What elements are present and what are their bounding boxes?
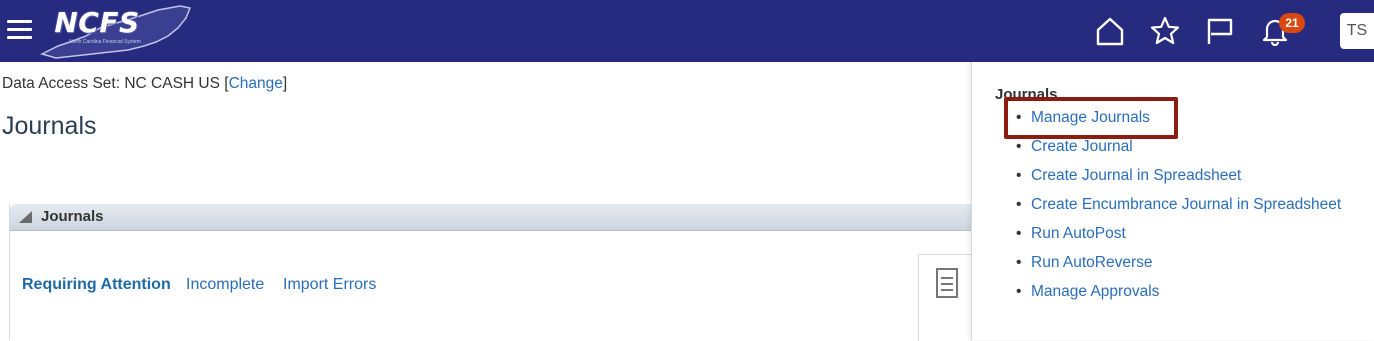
logo-subtext: North Carolina Financial System (69, 39, 141, 45)
page-title: Journals (2, 112, 97, 140)
task-create-journal[interactable]: Create Journal (1016, 138, 1133, 156)
journals-panel: Journals Requiring Attention Incomplete … (9, 204, 973, 340)
task-run-autoreverse[interactable]: Run AutoReverse (1016, 254, 1152, 272)
favorites-star-icon[interactable] (1150, 16, 1180, 46)
user-avatar[interactable]: TS (1340, 13, 1374, 49)
tab-incomplete[interactable]: Incomplete (186, 276, 264, 294)
panel-title: Journals (41, 208, 104, 225)
highlight-box (1004, 97, 1178, 139)
change-link[interactable]: Change (229, 75, 283, 92)
data-access-set-label: Data Access Set: (2, 75, 121, 92)
notifications-badge: 21 (1279, 13, 1305, 33)
data-access-set: Data Access Set: NC CASH US [Change] (2, 75, 288, 92)
menu-icon[interactable] (7, 20, 32, 40)
document-list-icon (936, 268, 958, 298)
tab-requiring-attention[interactable]: Requiring Attention (22, 276, 171, 294)
tab-import-errors[interactable]: Import Errors (283, 276, 376, 294)
task-run-autopost[interactable]: Run AutoPost (1016, 225, 1126, 243)
task-manage-approvals[interactable]: Manage Approvals (1016, 283, 1159, 301)
panel-header: Journals (10, 204, 973, 231)
flag-icon[interactable] (1205, 16, 1235, 46)
task-create-journal-spreadsheet[interactable]: Create Journal in Spreadsheet (1016, 167, 1241, 185)
data-access-set-value: NC CASH US (124, 75, 220, 92)
global-header: NCFS North Carolina Financial System 21 … (0, 0, 1374, 62)
logo-text: NCFS (54, 6, 140, 39)
collapse-triangle-icon[interactable] (19, 211, 32, 223)
task-create-encumbrance-journal-spreadsheet[interactable]: Create Encumbrance Journal in Spreadshee… (1016, 196, 1341, 214)
tasks-panel-toggle[interactable] (918, 254, 973, 341)
home-icon[interactable] (1095, 16, 1125, 46)
